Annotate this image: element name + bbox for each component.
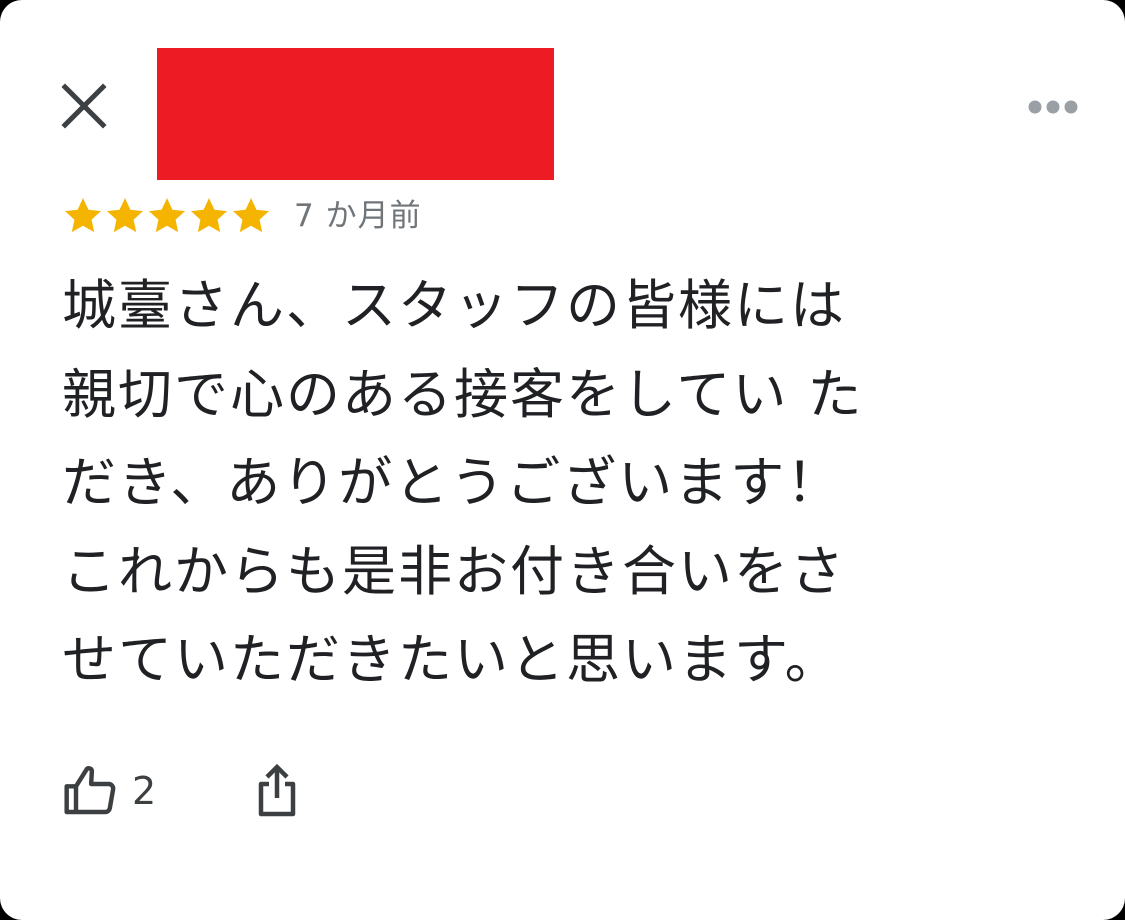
- star-rating: [62, 194, 272, 238]
- more-options-button[interactable]: [1022, 88, 1086, 126]
- reviewer-name-redaction: [157, 48, 554, 180]
- review-card: 7 か月前 城臺さん、スタッフの皆様には 親切で心のある接客をしてい た だき、…: [0, 0, 1125, 920]
- close-icon: [61, 83, 107, 129]
- rating-row: 7 か月前: [62, 194, 422, 238]
- star-icon: [190, 198, 228, 233]
- star-icon: [232, 198, 270, 233]
- review-text-line: 親切で心のある接客をしてい た: [62, 362, 864, 426]
- star-icon: [148, 198, 186, 233]
- review-text-line: せていただきたいと思います。: [62, 628, 841, 691]
- close-button[interactable]: [56, 78, 114, 136]
- review-timestamp: 7 か月前: [294, 198, 422, 234]
- thumbs-up-icon: [64, 766, 116, 815]
- share-button[interactable]: [254, 758, 304, 824]
- share-icon: [258, 763, 296, 817]
- more-horizontal-icon: [1028, 100, 1078, 114]
- review-actions: 2: [62, 758, 304, 824]
- review-text-line: 城臺さん、スタッフの皆様には: [62, 274, 846, 337]
- like-count: 2: [132, 769, 157, 813]
- review-text-line: だき、ありがとうございます！: [62, 451, 843, 514]
- review-text: 城臺さん、スタッフの皆様には 親切で心のある接客をしてい た だき、ありがとうご…: [62, 262, 1022, 705]
- like-button[interactable]: 2: [62, 758, 156, 824]
- star-icon: [64, 198, 102, 233]
- star-icon: [106, 198, 144, 233]
- review-text-line: これからも是非お付き合いをさ: [62, 539, 846, 603]
